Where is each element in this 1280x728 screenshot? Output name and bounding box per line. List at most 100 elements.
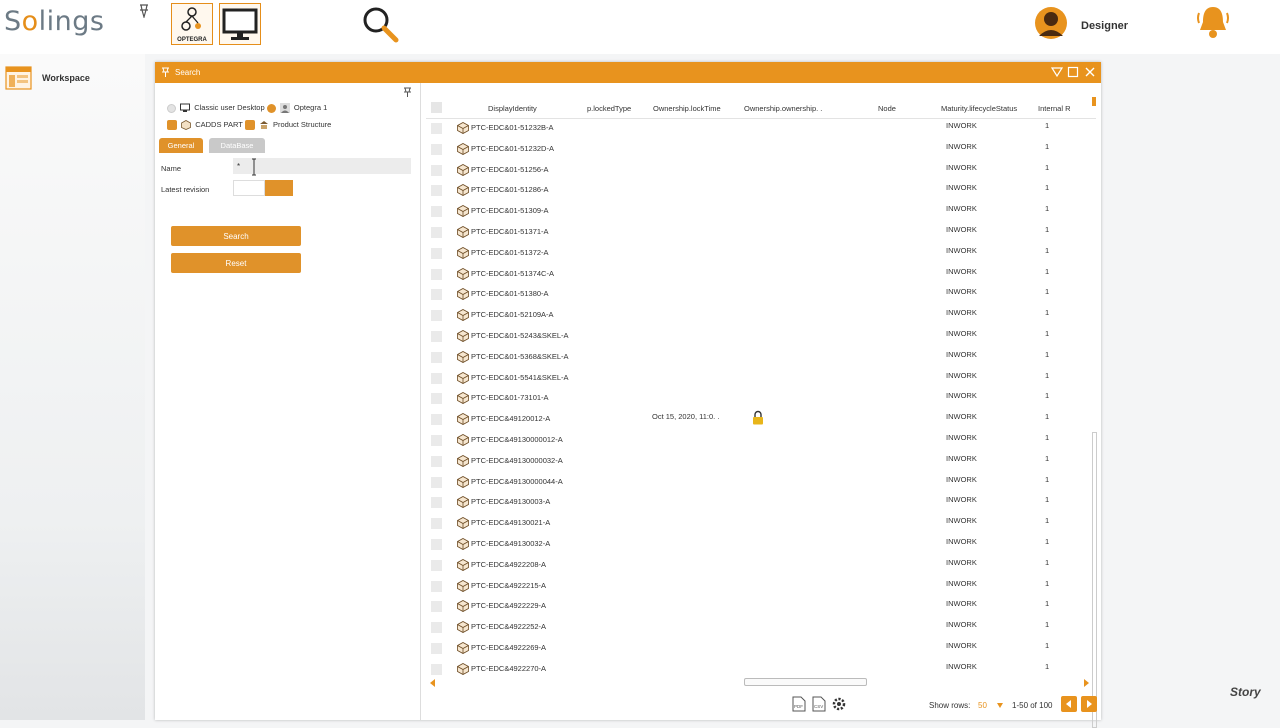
table-row[interactable]: PTC-EDC&4922270-A INWORK 1 [426,659,1086,677]
display-identity-cell[interactable]: PTC-EDC&01-51374C-A [471,269,554,278]
display-identity-cell[interactable]: PTC-EDC&01-51256-A [471,165,549,174]
close-icon[interactable] [1084,66,1096,78]
table-row[interactable]: PTC-EDC&01-5368&SKEL-A INWORK 1 [426,347,1086,368]
next-page-button[interactable] [1081,696,1097,712]
display-identity-cell[interactable]: PTC-EDC&49130000044-A [471,477,563,486]
row-checkbox[interactable] [431,185,442,197]
horizontal-scrollbar-thumb[interactable] [744,678,867,686]
table-row[interactable]: PTC-EDC&49130000044-A INWORK 1 [426,472,1086,493]
row-checkbox[interactable] [431,123,442,134]
table-row[interactable]: PTC-EDC&01-51256-A INWORK 1 [426,160,1086,181]
row-checkbox[interactable] [431,331,442,342]
row-checkbox[interactable] [431,310,442,322]
table-row[interactable]: PTC-EDC&4922208-A INWORK 1 [426,555,1086,576]
table-row[interactable]: PTC-EDC&01-5541&SKEL-A INWORK 1 [426,368,1086,389]
display-identity-cell[interactable]: PTC-EDC&01-51232B-A [471,123,554,132]
user-avatar-icon[interactable] [1034,6,1068,40]
classic-desktop-radio[interactable] [167,103,176,113]
display-identity-cell[interactable]: PTC-EDC&01-5368&SKEL-A [471,352,569,361]
table-row[interactable]: PTC-EDC&01-51232D-A INWORK 1 [426,139,1086,160]
optegra-app-tile[interactable]: OPTEGRA [171,3,213,45]
table-row[interactable]: PTC-EDC&49120012-A Oct 15, 2020, 11:0. . I… [426,409,1086,430]
optegra-radio[interactable] [266,103,276,113]
display-identity-cell[interactable]: PTC-EDC&4922208-A [471,560,546,569]
row-checkbox[interactable] [431,268,442,280]
table-row[interactable]: PTC-EDC&4922252-A INWORK 1 [426,617,1086,638]
row-checkbox[interactable] [431,372,442,384]
table-row[interactable]: PTC-EDC&4922269-A INWORK 1 [426,638,1086,659]
table-row[interactable]: PTC-EDC&49130021-A INWORK 1 [426,513,1086,534]
display-identity-cell[interactable]: PTC-EDC&01-51372-A [471,248,549,257]
display-identity-cell[interactable]: PTC-EDC&4922252-A [471,622,546,631]
table-row[interactable]: PTC-EDC&49130032-A INWORK 1 [426,534,1086,555]
display-identity-cell[interactable]: PTC-EDC&49130000032-A [471,456,563,465]
display-identity-cell[interactable]: PTC-EDC&01-73101-A [471,393,549,402]
row-checkbox[interactable] [431,289,442,301]
display-identity-cell[interactable]: PTC-EDC&01-51309-A [471,206,549,215]
row-checkbox[interactable] [431,455,442,467]
cadds-part-checkbox[interactable] [167,120,177,131]
display-identity-cell[interactable]: PTC-EDC&49130000012-A [471,435,563,444]
column-header-display-identity[interactable]: DisplayIdentity [488,104,537,113]
row-checkbox[interactable] [431,559,442,571]
row-checkbox[interactable] [431,435,442,446]
table-row[interactable]: PTC-EDC&01-52109A-A INWORK 1 [426,305,1086,326]
pin-icon[interactable] [138,4,150,18]
row-checkbox[interactable] [431,476,442,488]
latest-revision-toggle[interactable] [233,180,293,196]
table-row[interactable]: PTC-EDC&01-51232B-A INWORK 1 [426,118,1086,139]
scroll-up-indicator[interactable] [1092,97,1096,106]
display-identity-cell[interactable]: PTC-EDC&4922215-A [471,581,546,590]
display-identity-cell[interactable]: PTC-EDC&49130003-A [471,497,550,506]
column-header-ownership[interactable]: Ownership.ownership. . [744,104,822,113]
tab-general[interactable]: General [159,138,203,153]
table-row[interactable]: PTC-EDC&01-5243&SKEL-A INWORK 1 [426,326,1086,347]
user-name[interactable]: Designer [1081,20,1128,32]
bell-icon[interactable] [1196,4,1230,40]
row-checkbox[interactable] [431,143,442,155]
column-header-lock-time[interactable]: Ownership.lockTime [653,104,721,113]
row-checkbox[interactable] [431,643,442,654]
reset-button[interactable]: Reset [171,253,301,273]
display-identity-cell[interactable]: PTC-EDC&01-51286-A [471,185,549,194]
row-checkbox[interactable] [431,164,442,176]
magnifier-icon[interactable] [360,4,400,44]
name-input[interactable] [233,158,411,174]
display-identity-cell[interactable]: PTC-EDC&01-52109A-A [471,310,554,319]
pdf-export-icon[interactable]: PDF [792,696,806,712]
table-row[interactable]: PTC-EDC&01-51286-A INWORK 1 [426,180,1086,201]
select-all-checkbox[interactable] [431,102,442,113]
row-checkbox[interactable] [431,622,442,634]
search-button[interactable]: Search [171,226,301,246]
display-identity-cell[interactable]: PTC-EDC&49130032-A [471,539,550,548]
row-checkbox[interactable] [431,663,442,675]
row-checkbox[interactable] [431,393,442,405]
display-identity-cell[interactable]: PTC-EDC&01-51380-A [471,289,549,298]
display-identity-cell[interactable]: PTC-EDC&01-5243&SKEL-A [471,331,569,340]
pin-icon[interactable] [403,87,412,98]
column-header-lifecycle-status[interactable]: Maturity.lifecycleStatus [941,104,1017,113]
workspace-label[interactable]: Workspace [42,73,90,83]
chevron-down-icon[interactable] [997,703,1003,708]
vertical-scrollbar[interactable] [1092,432,1097,728]
workspace-icon[interactable] [5,66,32,90]
row-checkbox[interactable] [431,580,442,592]
table-row[interactable]: PTC-EDC&4922215-A INWORK 1 [426,576,1086,597]
table-row[interactable]: PTC-EDC&01-51380-A INWORK 1 [426,284,1086,305]
rows-per-page-select[interactable]: 50 [978,701,987,710]
table-row[interactable]: PTC-EDC&01-73101-A INWORK 1 [426,388,1086,409]
row-checkbox[interactable] [431,227,442,238]
gear-icon[interactable] [831,696,847,712]
desktop-app-tile[interactable] [219,3,261,45]
row-checkbox[interactable] [431,206,442,218]
display-identity-cell[interactable]: PTC-EDC&4922229-A [471,601,546,610]
display-identity-cell[interactable]: PTC-EDC&4922270-A [471,664,546,673]
display-identity-cell[interactable]: PTC-EDC&01-51371-A [471,227,549,236]
maximize-icon[interactable] [1067,66,1079,78]
row-checkbox[interactable] [431,601,442,613]
table-row[interactable]: PTC-EDC&49130000032-A INWORK 1 [426,451,1086,472]
scroll-left-arrow[interactable] [430,679,435,687]
display-identity-cell[interactable]: PTC-EDC&01-5541&SKEL-A [471,373,569,382]
window-titlebar[interactable]: Search [155,62,1101,83]
column-header-node[interactable]: Node [878,104,896,113]
